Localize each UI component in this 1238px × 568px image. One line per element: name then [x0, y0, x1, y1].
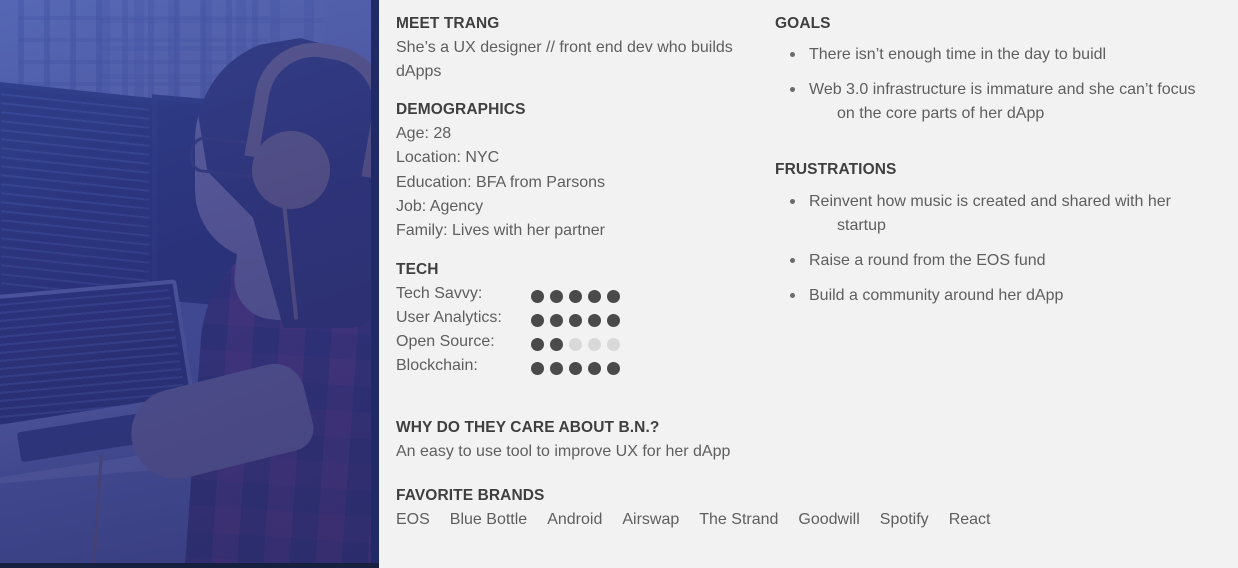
- rating-dot-filled: [550, 289, 563, 303]
- rating-dot-filled: [531, 337, 544, 351]
- bullet-text: There isn’t enough time in the day to bu…: [809, 46, 1107, 64]
- rating-dot-filled: [607, 313, 620, 327]
- tech-label: Tech Savvy:: [396, 285, 483, 303]
- rating-dot-filled: [531, 289, 544, 303]
- rating-dot-empty: [588, 337, 601, 351]
- photo-right-edge: [371, 0, 379, 568]
- tech-dot-row: [531, 284, 626, 308]
- rating-dot-filled: [588, 361, 601, 375]
- tech-label: Blockchain:: [396, 357, 478, 375]
- persona-card: MEET TRANG She’s a UX designer // front …: [0, 0, 1238, 568]
- rating-dot-filled: [607, 289, 620, 303]
- brand-name: EOS: [396, 511, 430, 529]
- rating-dot-filled: [607, 361, 620, 375]
- brand-name: The Strand: [699, 511, 779, 529]
- intro-description: She’s a UX designer // front end dev who…: [396, 39, 733, 81]
- demographics-list: Age: 28 Location: NYC Education: BFA fro…: [396, 122, 756, 244]
- persona-content: MEET TRANG She’s a UX designer // front …: [379, 0, 1238, 568]
- bullet-text: Reinvent how music is created and shared…: [809, 192, 1171, 234]
- right-column: GOALS There isn’t enough time in the day…: [775, 14, 1215, 308]
- section-goals: GOALS There isn’t enough time in the day…: [775, 14, 1215, 126]
- bullet-text: Web 3.0 infrastructure is immature and s…: [809, 81, 1196, 123]
- bullet-item: Web 3.0 infrastructure is immature and s…: [775, 78, 1215, 126]
- rating-dot-filled: [569, 289, 582, 303]
- demographics-line: Family: Lives with her partner: [396, 222, 605, 240]
- tech-dot-row: [531, 308, 626, 332]
- bullet-point-icon: [790, 257, 795, 263]
- frustrations-title: FRUSTRATIONS: [775, 161, 897, 179]
- rating-dot-filled: [531, 361, 544, 375]
- bullet-item: Raise a round from the EOS fund: [775, 249, 1215, 273]
- frustrations-list: Reinvent how music is created and shared…: [775, 190, 1215, 308]
- why-care-title: WHY DO THEY CARE ABOUT B.N.?: [396, 419, 660, 436]
- rating-dot-filled: [550, 337, 563, 351]
- demographics-line: Job: Agency: [396, 198, 484, 216]
- goals-list: There isn’t enough time in the day to bu…: [775, 43, 1215, 126]
- demographics-line: Education: BFA from Parsons: [396, 173, 605, 191]
- bullet-item: Build a community around her dApp: [775, 284, 1215, 308]
- bullet-item: There isn’t enough time in the day to bu…: [775, 43, 1215, 67]
- bullet-text: Build a community around her dApp: [809, 286, 1064, 304]
- brand-name: Airswap: [622, 511, 680, 529]
- why-care-description: An easy to use tool to improve UX for he…: [396, 443, 731, 461]
- rating-dot-filled: [588, 313, 601, 327]
- tech-rating-grid: Tech Savvy: User Analytics: Open Source:…: [396, 282, 756, 380]
- brand-name: Blue Bottle: [449, 511, 528, 529]
- goals-title: GOALS: [775, 15, 831, 32]
- favorite-brands-list: EOS Blue Bottle Android Airswap The Strand Go…: [396, 508, 1216, 531]
- demographics-title: DEMOGRAPHICS: [396, 100, 526, 118]
- section-intro: MEET TRANG She’s a UX designer // front …: [396, 14, 756, 84]
- section-why-care: WHY DO THEY CARE ABOUT B.N.? An easy to …: [396, 418, 1216, 464]
- tech-rating-dots: [531, 282, 626, 380]
- tech-labels: Tech Savvy: User Analytics: Open Source:…: [396, 282, 531, 378]
- bullet-point-icon: [790, 198, 795, 204]
- section-tech: TECH Tech Savvy: User Analytics: Open So…: [396, 260, 756, 380]
- tech-title: TECH: [396, 260, 439, 278]
- demographics-line: Location: NYC: [396, 149, 500, 167]
- rating-dot-filled: [550, 361, 563, 375]
- bullet-text: Raise a round from the EOS fund: [809, 251, 1046, 269]
- intro-title: MEET TRANG: [396, 15, 500, 32]
- left-column: MEET TRANG She’s a UX designer // front …: [396, 14, 756, 380]
- rating-dot-filled: [569, 361, 582, 375]
- bullet-point-icon: [790, 292, 795, 298]
- bullet-point-icon: [790, 87, 795, 93]
- tech-label: Open Source:: [396, 333, 495, 351]
- rating-dot-filled: [531, 313, 544, 327]
- bottom-column: WHY DO THEY CARE ABOUT B.N.? An easy to …: [396, 418, 1216, 532]
- tech-label: User Analytics:: [396, 309, 502, 327]
- brand-name: Goodwill: [798, 511, 860, 529]
- brand-name: React: [948, 511, 991, 529]
- section-favorite-brands: FAVORITE BRANDS EOS Blue Bottle Android Air…: [396, 486, 1216, 532]
- brand-name: Spotify: [879, 511, 929, 529]
- persona-photo: [0, 0, 379, 568]
- rating-dot-filled: [588, 289, 601, 303]
- rating-dot-filled: [550, 313, 563, 327]
- section-frustrations: FRUSTRATIONS Reinvent how music is creat…: [775, 160, 1215, 307]
- rating-dot-empty: [569, 337, 582, 351]
- tech-dot-row: [531, 356, 626, 380]
- photo-bottom-edge: [0, 563, 379, 568]
- bullet-item: Reinvent how music is created and shared…: [775, 190, 1215, 238]
- favorite-brands-title: FAVORITE BRANDS: [396, 487, 545, 505]
- tech-dot-row: [531, 332, 626, 356]
- bullet-point-icon: [790, 52, 795, 58]
- brand-name: Android: [547, 511, 603, 529]
- photo-blue-overlay: [0, 0, 379, 568]
- rating-dot-empty: [607, 337, 620, 351]
- demographics-line: Age: 28: [396, 125, 452, 143]
- rating-dot-filled: [569, 313, 582, 327]
- section-demographics: DEMOGRAPHICS Age: 28 Location: NYC Educa…: [396, 100, 756, 244]
